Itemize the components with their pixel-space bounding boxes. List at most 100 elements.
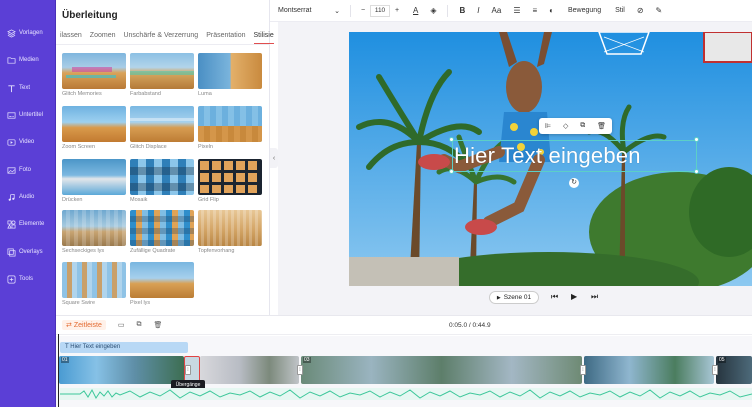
sidebar-item-medien[interactable]: Medien xyxy=(0,47,56,73)
sidebar-item-video[interactable]: Video xyxy=(0,129,56,155)
scene-label: Szene 01 xyxy=(503,294,532,301)
transition-label: Glitch Memories xyxy=(62,91,102,97)
transition-label: Pixeln xyxy=(198,144,213,150)
resize-handle[interactable] xyxy=(694,137,699,142)
copy-icon[interactable]: ⧉ xyxy=(137,321,142,329)
transition-label: Pixel lys xyxy=(130,300,151,306)
transition-thumb[interactable] xyxy=(198,53,262,89)
video-clip[interactable] xyxy=(584,356,714,384)
play-icon[interactable]: ▶ xyxy=(571,292,577,301)
text-icon xyxy=(8,84,15,92)
transition-marker[interactable]: ⁞ xyxy=(185,365,191,375)
font-value: Montserrat xyxy=(278,7,312,14)
toolbar-divider xyxy=(446,4,448,17)
transition-label: Topfenvorhang xyxy=(198,248,235,254)
highlight-icon[interactable]: ◈ xyxy=(430,6,436,15)
transition-thumb[interactable] xyxy=(62,106,126,142)
transition-thumb[interactable] xyxy=(130,53,194,89)
transitions-panel: Überleitung ilassen Zoomen Unschärfe & V… xyxy=(56,0,274,315)
align-icon[interactable]: ☰ xyxy=(513,6,520,15)
timeline-toolbar: ⇄ Zeitleiste ▭ ⧉ 🗑 0:05.0 / 0:44.9 xyxy=(56,315,752,335)
transition-thumb[interactable] xyxy=(62,210,126,246)
layer-icon[interactable]: ◇ xyxy=(563,122,568,130)
italic-button[interactable]: I xyxy=(477,6,479,15)
sidebar-item-audio[interactable]: Audio xyxy=(0,184,56,210)
toolbar-divider xyxy=(350,4,351,17)
collapse-panel-handle[interactable]: ‹ xyxy=(270,148,278,168)
transition-thumb[interactable] xyxy=(62,159,126,195)
sidebar-item-text[interactable]: Text xyxy=(0,75,56,101)
transition-label: Luma xyxy=(198,91,212,97)
transition-thumb[interactable] xyxy=(62,53,126,89)
sidebar-item-overlays[interactable]: Overlays xyxy=(0,239,56,265)
chevron-left-icon: ‹ xyxy=(272,154,276,162)
transition-label: Square Swire xyxy=(62,300,96,306)
video-clip[interactable]: 01 xyxy=(59,356,184,384)
sidebar-item-untertitel[interactable]: Untertitel xyxy=(0,102,56,128)
skip-forward-icon[interactable]: ⏭ xyxy=(591,292,598,302)
sidebar-item-elemente[interactable]: Elemente xyxy=(0,211,56,237)
style-button[interactable]: Stil xyxy=(615,7,625,14)
tab-unschaerfe[interactable]: Unschärfe & Verzerrung xyxy=(123,32,198,44)
increase-size-button[interactable]: + xyxy=(393,7,401,14)
pen-icon[interactable]: ✎ xyxy=(656,6,663,15)
transition-thumb[interactable] xyxy=(130,159,194,195)
font-size-input[interactable]: 110 xyxy=(370,4,390,17)
transition-marker[interactable]: ⁞ xyxy=(712,365,718,375)
text-toolbar: Montserrat ⌄ − 110 + A ◈ B I Aa ☰ ≡ ◐ Be… xyxy=(270,0,752,22)
transition-thumb[interactable] xyxy=(130,262,194,298)
text-track-clip[interactable]: T Hier Text eingeben xyxy=(60,342,188,353)
tab-praesentation[interactable]: Präsentation xyxy=(206,32,245,44)
resize-handle[interactable] xyxy=(449,137,454,142)
play-small-icon: ▶ xyxy=(496,294,501,301)
layers-icon xyxy=(7,28,16,38)
link-icon[interactable]: ⊘ xyxy=(637,6,644,15)
transition-thumb[interactable] xyxy=(130,210,194,246)
duplicate-icon[interactable]: ⧉ xyxy=(580,122,585,130)
opacity-icon[interactable]: ◐ xyxy=(549,6,554,15)
sidebar-item-vorlagen[interactable]: Vorlagen xyxy=(0,20,56,46)
scene-button[interactable]: ▶ Szene 01 xyxy=(489,291,539,304)
tab-einblenden[interactable]: ilassen xyxy=(60,32,82,44)
list-icon[interactable]: ≡ xyxy=(532,6,537,15)
trash-icon[interactable]: 🗑 xyxy=(154,321,163,329)
bold-button[interactable]: B xyxy=(460,6,466,15)
clip-number: 05 xyxy=(718,357,726,363)
resize-handle[interactable] xyxy=(694,169,699,174)
transition-marker[interactable]: ⁞ xyxy=(580,365,586,375)
folder-icon xyxy=(7,56,16,64)
tab-stilisiert[interactable]: Stilisie xyxy=(253,32,274,44)
font-select[interactable]: Montserrat ⌄ xyxy=(278,7,340,15)
skip-back-icon[interactable]: ⏮ xyxy=(551,292,558,302)
rotate-icon[interactable]: ↻ xyxy=(569,178,579,188)
video-clip[interactable]: 05 xyxy=(716,356,752,384)
tab-zoomen[interactable]: Zoomen xyxy=(90,32,116,44)
resize-handle[interactable] xyxy=(449,169,454,174)
align-element-icon[interactable]: ⊫ xyxy=(545,122,551,130)
category-tabs: ilassen Zoomen Unschärfe & Verzerrung Pr… xyxy=(60,32,282,44)
video-clip[interactable] xyxy=(200,356,299,384)
transition-label: Glitch Displace xyxy=(130,144,167,150)
delete-icon[interactable]: 🗑 xyxy=(597,122,606,130)
time-display: 0:05.0 / 0:44.9 xyxy=(449,322,491,329)
timeline-toggle-button[interactable]: ⇄ Zeitleiste xyxy=(62,320,106,330)
transition-thumb[interactable] xyxy=(62,262,126,298)
motion-button[interactable]: Bewegung xyxy=(568,7,601,14)
transition-label: Farbabstand xyxy=(130,91,161,97)
photo-icon xyxy=(7,166,16,174)
audio-waveform[interactable] xyxy=(60,388,752,400)
font-color-icon[interactable]: A xyxy=(413,6,418,15)
video-clip[interactable]: 03 xyxy=(301,356,582,384)
decrease-size-button[interactable]: − xyxy=(359,7,367,14)
sidebar-item-foto[interactable]: Foto xyxy=(0,157,56,183)
transition-thumb[interactable] xyxy=(130,106,194,142)
text-case-button[interactable]: Aa xyxy=(492,6,502,15)
canvas-text-overlay[interactable]: Hier Text eingeben xyxy=(454,143,641,169)
transition-thumb[interactable] xyxy=(198,210,262,246)
sidebar-item-tools[interactable]: Tools xyxy=(0,266,56,292)
transition-thumb[interactable] xyxy=(198,106,262,142)
transition-thumb[interactable] xyxy=(198,159,262,195)
font-size-stepper: − 110 + xyxy=(359,4,401,17)
split-icon[interactable]: ▭ xyxy=(118,321,125,329)
transition-marker[interactable]: ⁞ xyxy=(297,365,303,375)
